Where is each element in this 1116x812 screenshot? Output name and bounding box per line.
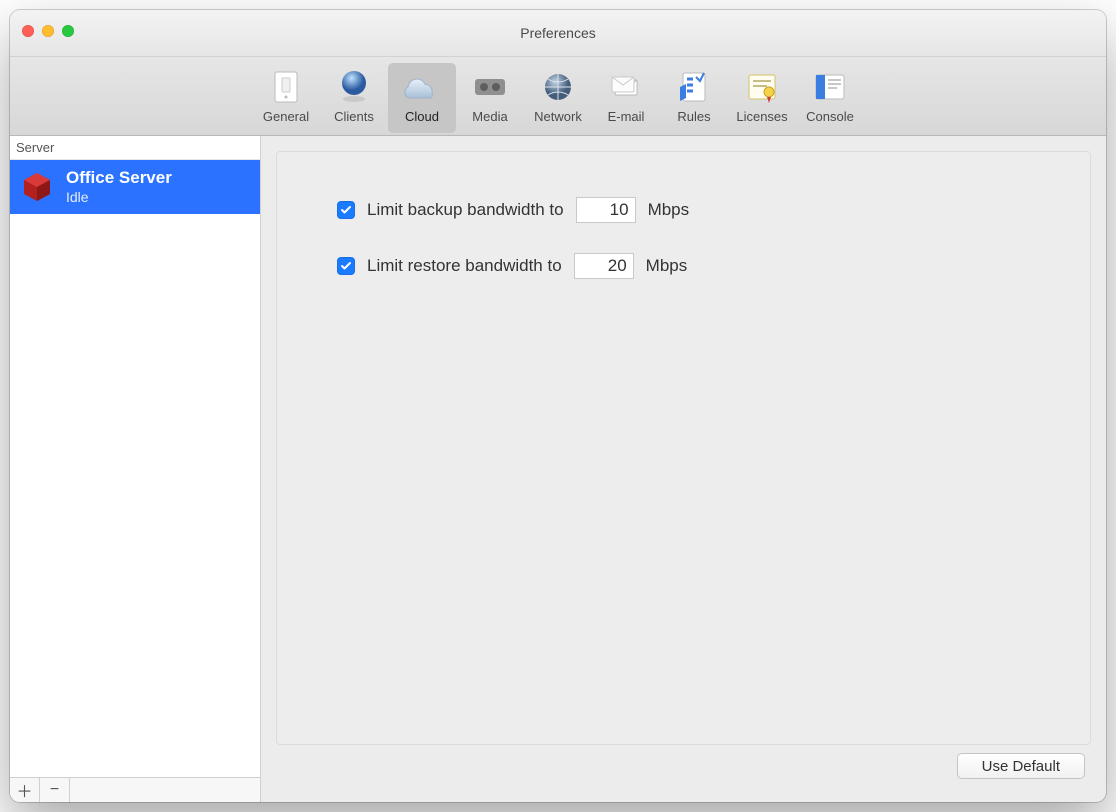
plus-icon: ＋ <box>16 778 32 802</box>
preferences-toolbar: General Clients <box>10 57 1106 136</box>
window-title: Preferences <box>520 25 595 41</box>
server-status: Idle <box>66 189 172 206</box>
tab-clients[interactable]: Clients <box>320 63 388 133</box>
server-list-item[interactable]: Office Server Idle <box>10 160 260 214</box>
limit-backup-label: Limit backup bandwidth to <box>367 200 564 220</box>
close-window-button[interactable] <box>22 25 34 37</box>
limit-restore-label: Limit restore bandwidth to <box>367 256 562 276</box>
cloud-icon <box>402 67 442 107</box>
tab-cloud[interactable]: Cloud <box>388 63 456 133</box>
tab-media[interactable]: Media <box>456 63 524 133</box>
network-icon <box>538 67 578 107</box>
tab-label: General <box>263 109 309 124</box>
tab-console[interactable]: Console <box>796 63 864 133</box>
tab-label: Cloud <box>405 109 439 124</box>
server-list: Office Server Idle <box>10 160 260 777</box>
tab-label: E-mail <box>608 109 645 124</box>
check-icon <box>340 204 352 216</box>
tab-rules[interactable]: Rules <box>660 63 728 133</box>
console-icon <box>810 67 850 107</box>
tab-licenses[interactable]: Licenses <box>728 63 796 133</box>
settings-pane: Limit backup bandwidth to Mbps Limit res… <box>261 136 1106 802</box>
tab-label: Clients <box>334 109 374 124</box>
zoom-window-button[interactable] <box>62 25 74 37</box>
pane-footer: Use Default <box>276 745 1091 787</box>
limit-backup-checkbox[interactable] <box>337 201 355 219</box>
tab-label: Network <box>534 109 582 124</box>
sidebar-heading: Server <box>10 136 260 160</box>
backup-bandwidth-input[interactable] <box>576 197 636 223</box>
minimize-window-button[interactable] <box>42 25 54 37</box>
tab-label: Console <box>806 109 854 124</box>
backup-unit-label: Mbps <box>648 200 690 220</box>
use-default-button[interactable]: Use Default <box>957 753 1085 779</box>
minus-icon: − <box>50 781 59 799</box>
remove-server-button[interactable]: − <box>40 778 70 802</box>
server-icon <box>20 170 54 204</box>
licenses-icon <box>742 67 782 107</box>
limit-restore-checkbox[interactable] <box>337 257 355 275</box>
server-sidebar: Server Office Server Idle <box>10 136 261 802</box>
rules-icon <box>674 67 714 107</box>
email-icon <box>606 67 646 107</box>
settings-card: Limit backup bandwidth to Mbps Limit res… <box>276 151 1091 745</box>
clients-icon <box>334 67 374 107</box>
tab-label: Media <box>472 109 507 124</box>
add-server-button[interactable]: ＋ <box>10 778 40 802</box>
media-icon <box>470 67 510 107</box>
general-icon <box>266 67 306 107</box>
tab-label: Licenses <box>736 109 787 124</box>
tab-general[interactable]: General <box>252 63 320 133</box>
server-name: Office Server <box>66 168 172 188</box>
check-icon <box>340 260 352 272</box>
tab-label: Rules <box>677 109 710 124</box>
body: Server Office Server Idle <box>10 136 1106 802</box>
limit-backup-row: Limit backup bandwidth to Mbps <box>337 197 1030 223</box>
server-text: Office Server Idle <box>66 168 172 205</box>
sidebar-footer: ＋ − <box>10 777 260 802</box>
limit-restore-row: Limit restore bandwidth to Mbps <box>337 253 1030 279</box>
tab-network[interactable]: Network <box>524 63 592 133</box>
restore-unit-label: Mbps <box>646 256 688 276</box>
toolbar-inner: General Clients <box>252 63 864 133</box>
restore-bandwidth-input[interactable] <box>574 253 634 279</box>
titlebar: Preferences <box>10 10 1106 57</box>
preferences-window: Preferences General <box>10 10 1106 802</box>
traffic-lights <box>22 25 74 37</box>
tab-email[interactable]: E-mail <box>592 63 660 133</box>
